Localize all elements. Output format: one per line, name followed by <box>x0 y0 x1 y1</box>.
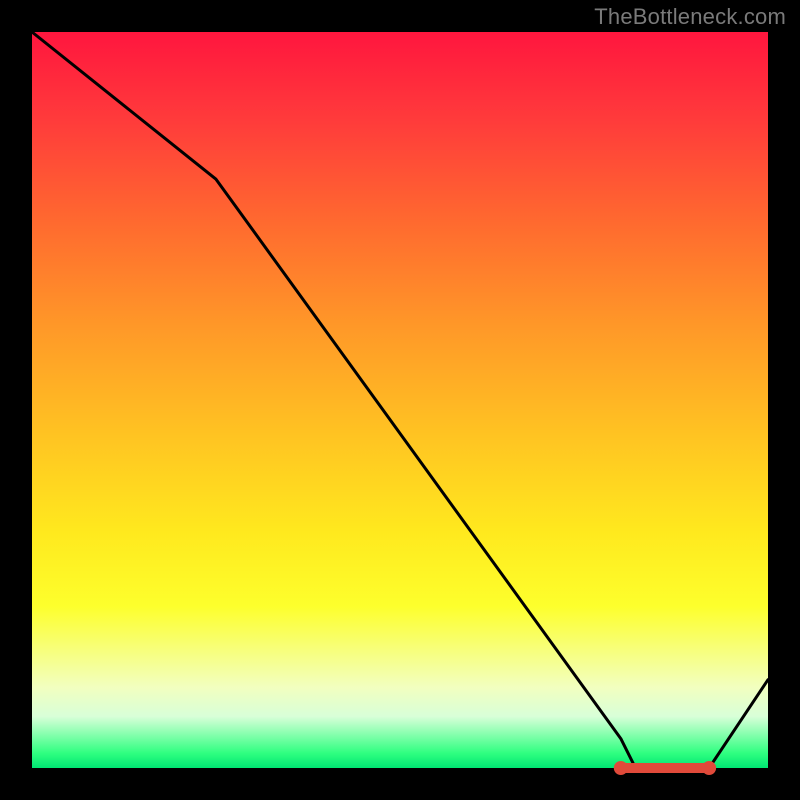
chart-marker <box>660 763 670 773</box>
chart-marker <box>687 763 697 773</box>
chart-marker <box>678 763 688 773</box>
chart-line-series <box>32 32 768 768</box>
attribution-text: TheBottleneck.com <box>594 4 786 30</box>
chart-marker <box>702 761 716 775</box>
chart-marker <box>634 763 644 773</box>
chart-marker-cluster <box>614 761 716 775</box>
chart-marker <box>642 763 652 773</box>
chart-marker <box>669 763 679 773</box>
chart-overlay <box>32 32 768 768</box>
chart-marker <box>625 763 635 773</box>
chart-marker <box>651 763 661 773</box>
chart-frame: TheBottleneck.com <box>0 0 800 800</box>
